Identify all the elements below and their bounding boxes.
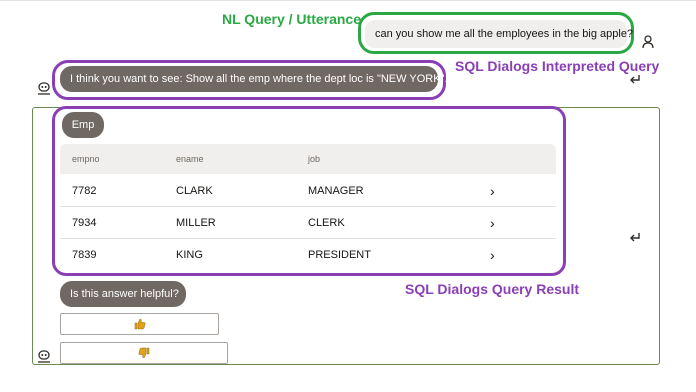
column-header-job: job bbox=[308, 154, 321, 164]
cell-empno: 7934 bbox=[72, 217, 97, 229]
chevron-right-icon[interactable]: › bbox=[490, 207, 495, 239]
result-title: Emp bbox=[62, 112, 104, 138]
cell-ename: CLARK bbox=[176, 185, 213, 197]
cell-ename: MILLER bbox=[176, 217, 216, 229]
chevron-right-icon[interactable]: › bbox=[490, 175, 495, 207]
cell-job: PRESIDENT bbox=[308, 249, 371, 261]
result-table: empno ename job 7782 CLARK MANAGER › 793… bbox=[60, 144, 556, 271]
thumbs-down-button[interactable] bbox=[60, 342, 228, 364]
user-message-bubble: can you show me all the employees in the… bbox=[365, 20, 633, 48]
reply-icon[interactable] bbox=[627, 230, 643, 246]
cell-job: CLERK bbox=[308, 217, 345, 229]
reply-icon[interactable] bbox=[627, 72, 643, 88]
chevron-right-icon[interactable]: › bbox=[490, 239, 495, 271]
cell-empno: 7782 bbox=[72, 185, 97, 197]
column-header-ename: ename bbox=[176, 154, 204, 164]
user-icon bbox=[642, 35, 654, 49]
bot-icon bbox=[38, 82, 50, 95]
thumbs-up-button[interactable] bbox=[60, 313, 219, 335]
cell-ename: KING bbox=[176, 249, 203, 261]
cell-empno: 7839 bbox=[72, 249, 97, 261]
thumbs-down-icon bbox=[138, 347, 150, 359]
table-header: empno ename job bbox=[60, 144, 556, 174]
table-row[interactable]: 7782 CLARK MANAGER › bbox=[60, 175, 556, 207]
column-header-empno: empno bbox=[72, 154, 100, 164]
interpreted-query-bubble: I think you want to see: Show all the em… bbox=[60, 66, 448, 92]
table-row[interactable]: 7839 KING PRESIDENT › bbox=[60, 239, 556, 271]
table-row[interactable]: 7934 MILLER CLERK › bbox=[60, 207, 556, 239]
cell-job: MANAGER bbox=[308, 185, 364, 197]
helpful-question-bubble: Is this answer helpful? bbox=[60, 281, 186, 307]
bot-icon bbox=[38, 350, 50, 363]
thumbs-up-icon bbox=[134, 318, 145, 330]
annotation-nl-query: NL Query / Utterance bbox=[222, 11, 362, 27]
top-divider bbox=[0, 0, 696, 1]
